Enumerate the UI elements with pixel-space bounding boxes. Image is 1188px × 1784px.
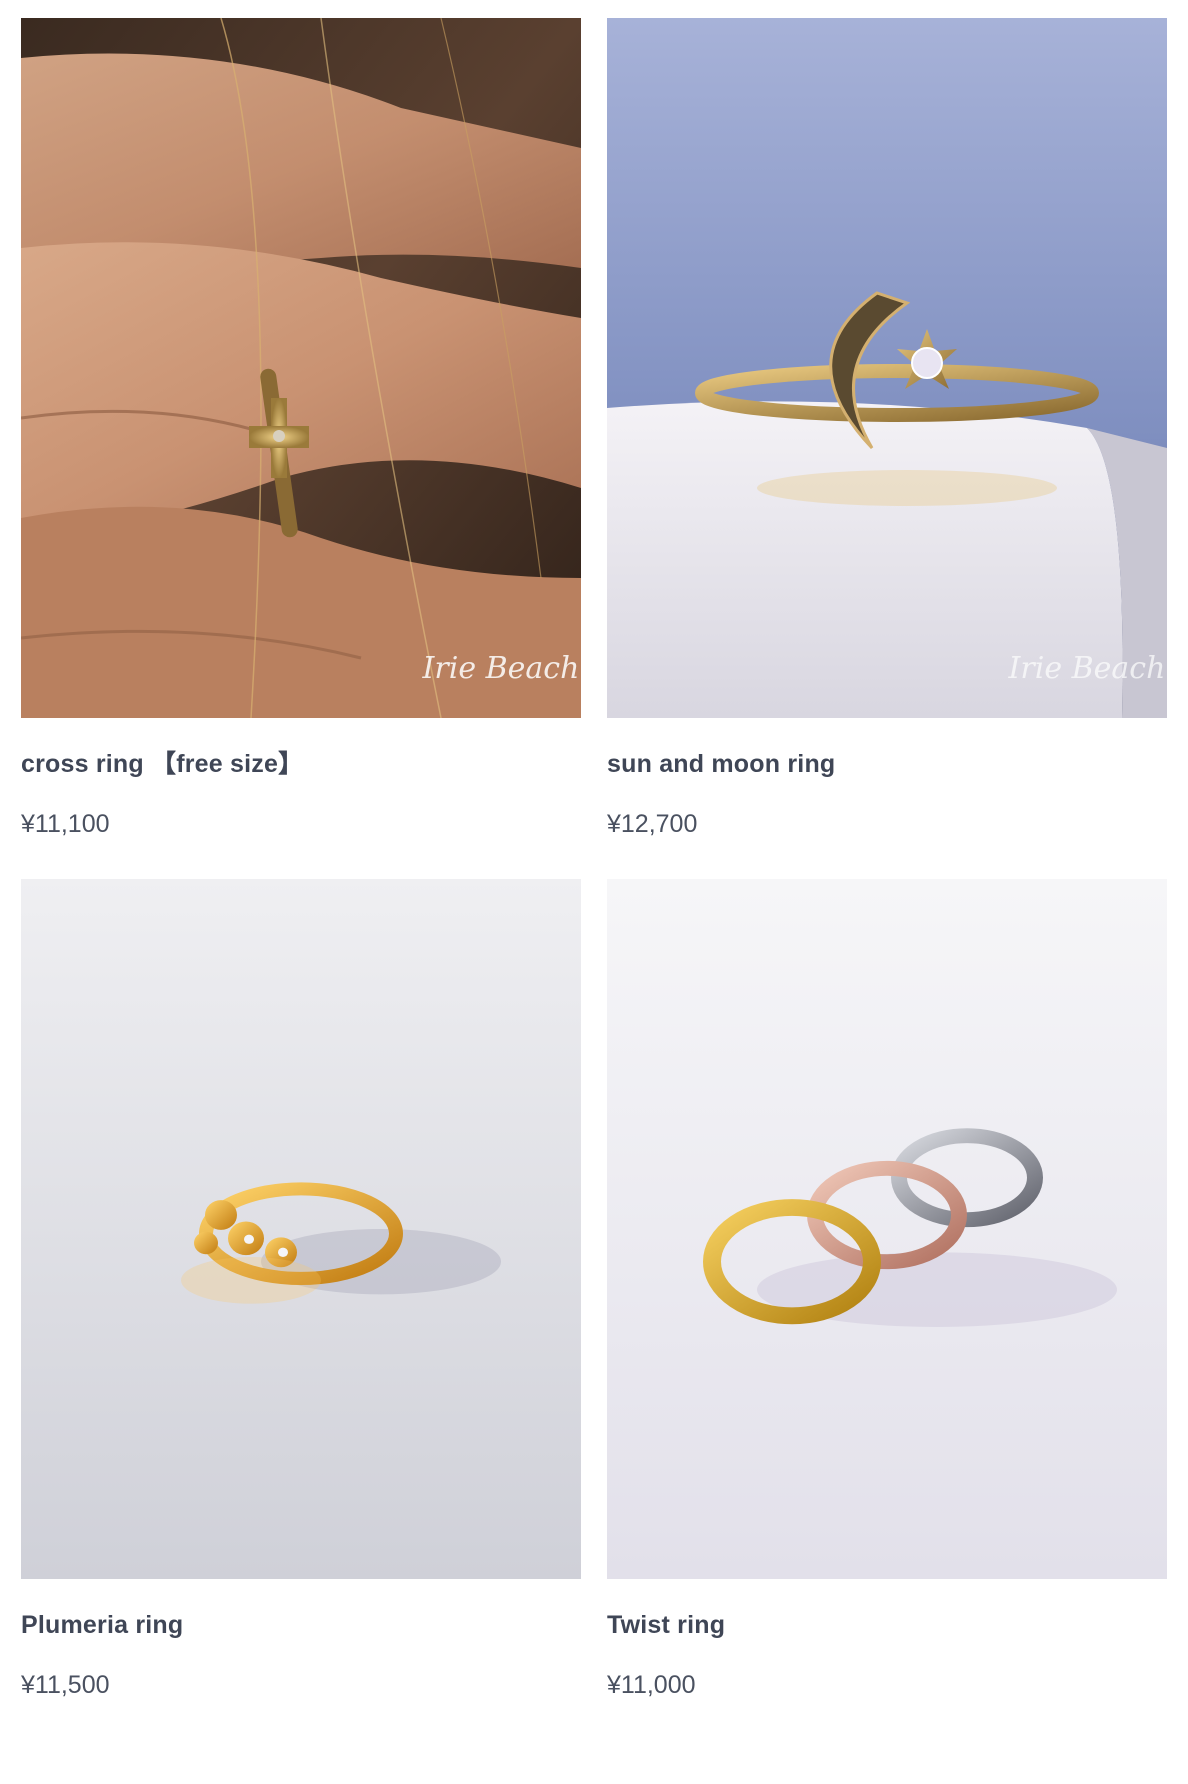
- plumeria-ring-photo-icon: [21, 879, 581, 1579]
- sun-moon-ring-photo-icon: Irie Beach: [607, 18, 1167, 718]
- product-name[interactable]: Twist ring: [607, 1610, 1167, 1640]
- product-price: ¥11,100: [21, 810, 110, 838]
- product-image[interactable]: Irie Beach: [607, 18, 1167, 718]
- svg-text:Irie Beach: Irie Beach: [422, 651, 580, 686]
- product-name[interactable]: Plumeria ring: [21, 1610, 581, 1640]
- product-card[interactable]: Plumeria ring ¥11,500: [21, 879, 581, 1700]
- product-price: ¥11,000: [607, 1671, 696, 1699]
- product-card[interactable]: Twist ring ¥11,000: [607, 879, 1167, 1700]
- product-grid: Irie Beach cross ring 【free size】 ¥11,10…: [21, 18, 1167, 1700]
- product-image[interactable]: Irie Beach: [21, 18, 581, 718]
- product-card[interactable]: Irie Beach cross ring 【free size】 ¥11,10…: [21, 18, 581, 839]
- twist-ring-photo-icon: [607, 879, 1167, 1579]
- product-card[interactable]: Irie Beach sun and moon ring ¥12,700: [607, 18, 1167, 839]
- product-image[interactable]: [607, 879, 1167, 1579]
- product-price: ¥11,500: [21, 1671, 110, 1699]
- product-image[interactable]: [21, 879, 581, 1579]
- cross-ring-photo-icon: Irie Beach: [21, 18, 581, 718]
- product-price: ¥12,700: [607, 810, 698, 838]
- svg-text:Irie Beach: Irie Beach: [1008, 651, 1166, 686]
- product-name[interactable]: cross ring 【free size】: [21, 749, 581, 779]
- product-name[interactable]: sun and moon ring: [607, 749, 1167, 779]
